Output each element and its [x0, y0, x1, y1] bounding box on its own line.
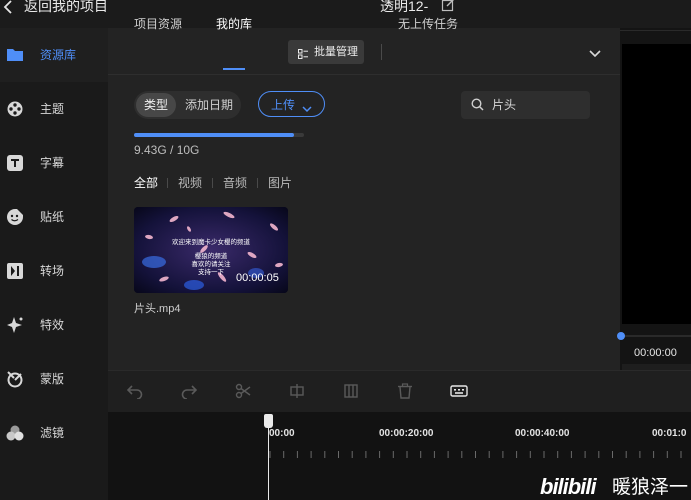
sidebar-item-filter[interactable]: 滤镜: [0, 406, 108, 460]
divider: [257, 178, 258, 188]
bilibili-logo: bilibili: [540, 474, 597, 499]
divider: [620, 30, 691, 31]
storage-bar-fill: [134, 133, 295, 137]
sort-by-type-label: 类型: [143, 98, 168, 112]
storage-usage-text: 9.43G / 10G: [134, 143, 200, 157]
subtitle-icon[interactable]: [450, 383, 468, 399]
sort-by-date-button[interactable]: 添加日期: [185, 97, 233, 113]
batch-manage-icon: [298, 46, 308, 59]
search-query: 片头: [492, 98, 517, 112]
divider: [381, 44, 382, 60]
upload-tasks-status[interactable]: 无上传任务: [398, 16, 458, 32]
media-card-overlay-text: 樱狼的频道: [195, 251, 228, 260]
sidebar-item-transition[interactable]: 转场: [0, 244, 108, 298]
media-card-overlay-text: 喜欢的请关注: [192, 259, 232, 268]
project-title: 透明12-: [380, 0, 429, 14]
upload-label: 上传: [271, 98, 296, 112]
undo-icon[interactable]: [126, 383, 143, 400]
chevron-down-icon[interactable]: [588, 46, 602, 58]
sidebar-item-label: 特效: [40, 318, 65, 332]
tab-my-library[interactable]: 我的库: [216, 16, 252, 32]
timeline-time-label: 00:00: [269, 428, 295, 439]
filter-image[interactable]: 图片: [268, 175, 292, 191]
sidebar-item-mask[interactable]: 蒙版: [0, 352, 108, 406]
timeline-time-label: 00:00:20:00: [379, 428, 434, 439]
back-to-projects-link[interactable]: 返回我的项目: [24, 0, 108, 16]
chevron-down-icon: [302, 100, 312, 113]
sparkle-icon: [6, 316, 24, 334]
filter-circles-icon: [6, 424, 24, 442]
sidebar-item-subtitle[interactable]: 字幕: [0, 136, 108, 190]
media-card-overlay-text: 欢迎来到魔卡少女樱的频道: [172, 237, 251, 246]
playhead-line: [268, 420, 269, 500]
sidebar-item-label: 蒙版: [40, 372, 65, 386]
tab-project-assets[interactable]: 项目资源: [134, 16, 182, 32]
timeline-ruler: [268, 448, 691, 460]
media-card-overlay-text: 支持一下: [198, 267, 225, 276]
folder-icon: [6, 46, 24, 64]
split-icon[interactable]: [235, 383, 251, 399]
edit-icon[interactable]: [441, 0, 455, 12]
active-tab-indicator: [223, 68, 245, 70]
crop-icon[interactable]: [289, 383, 305, 399]
redo-icon[interactable]: [181, 383, 198, 400]
media-file-name: 片头.mp4: [134, 303, 181, 315]
transition-icon: [6, 262, 24, 280]
preview-timecode: 00:00:00: [634, 347, 677, 359]
batch-manage-label: 批量管理: [314, 46, 358, 58]
search-icon: [471, 98, 484, 111]
sidebar-item-library[interactable]: 资源库: [0, 28, 108, 82]
preview-scrub-bar[interactable]: [622, 335, 691, 337]
sticker-smile-icon: [6, 208, 24, 226]
sidebar-item-effects[interactable]: 特效: [0, 298, 108, 352]
filter-audio[interactable]: 音频: [223, 175, 247, 191]
filter-all[interactable]: 全部: [134, 175, 158, 191]
timeline-time-label: 00:01:0: [652, 428, 687, 439]
timeline-time-label: 00:00:40:00: [515, 428, 570, 439]
sidebar-item-sticker[interactable]: 贴纸: [0, 190, 108, 244]
sidebar-item-label: 资源库: [40, 48, 77, 62]
mask-icon: [6, 370, 24, 388]
back-arrow-icon[interactable]: [2, 0, 16, 16]
preview-screen[interactable]: [622, 44, 691, 324]
divider: [212, 178, 213, 188]
sidebar-item-label: 字幕: [40, 156, 65, 170]
library-tab-bar: [108, 28, 620, 75]
text-t-icon: [6, 154, 24, 172]
sidebar-item-label: 主题: [40, 102, 65, 116]
library-panel: [108, 28, 620, 370]
sidebar-item-label: 滤镜: [40, 426, 65, 440]
sidebar-item-theme[interactable]: 主题: [0, 82, 108, 136]
playhead-handle[interactable]: [264, 414, 273, 428]
delete-icon[interactable]: [397, 383, 413, 399]
watermark-author: 暖狼泽一: [612, 477, 689, 498]
divider: [167, 178, 168, 188]
preview-scrub-handle[interactable]: [617, 332, 625, 340]
filter-video[interactable]: 视频: [178, 175, 202, 191]
media-duration-badge: 00:00:05: [236, 272, 279, 284]
sidebar: 资源库 主题 字幕 贴纸 转场 特效 蒙版 滤镜: [0, 28, 108, 500]
film-reel-icon: [6, 100, 24, 118]
sidebar-item-label: 贴纸: [40, 210, 65, 224]
freeze-icon[interactable]: [343, 383, 359, 399]
sidebar-item-label: 转场: [40, 264, 65, 278]
